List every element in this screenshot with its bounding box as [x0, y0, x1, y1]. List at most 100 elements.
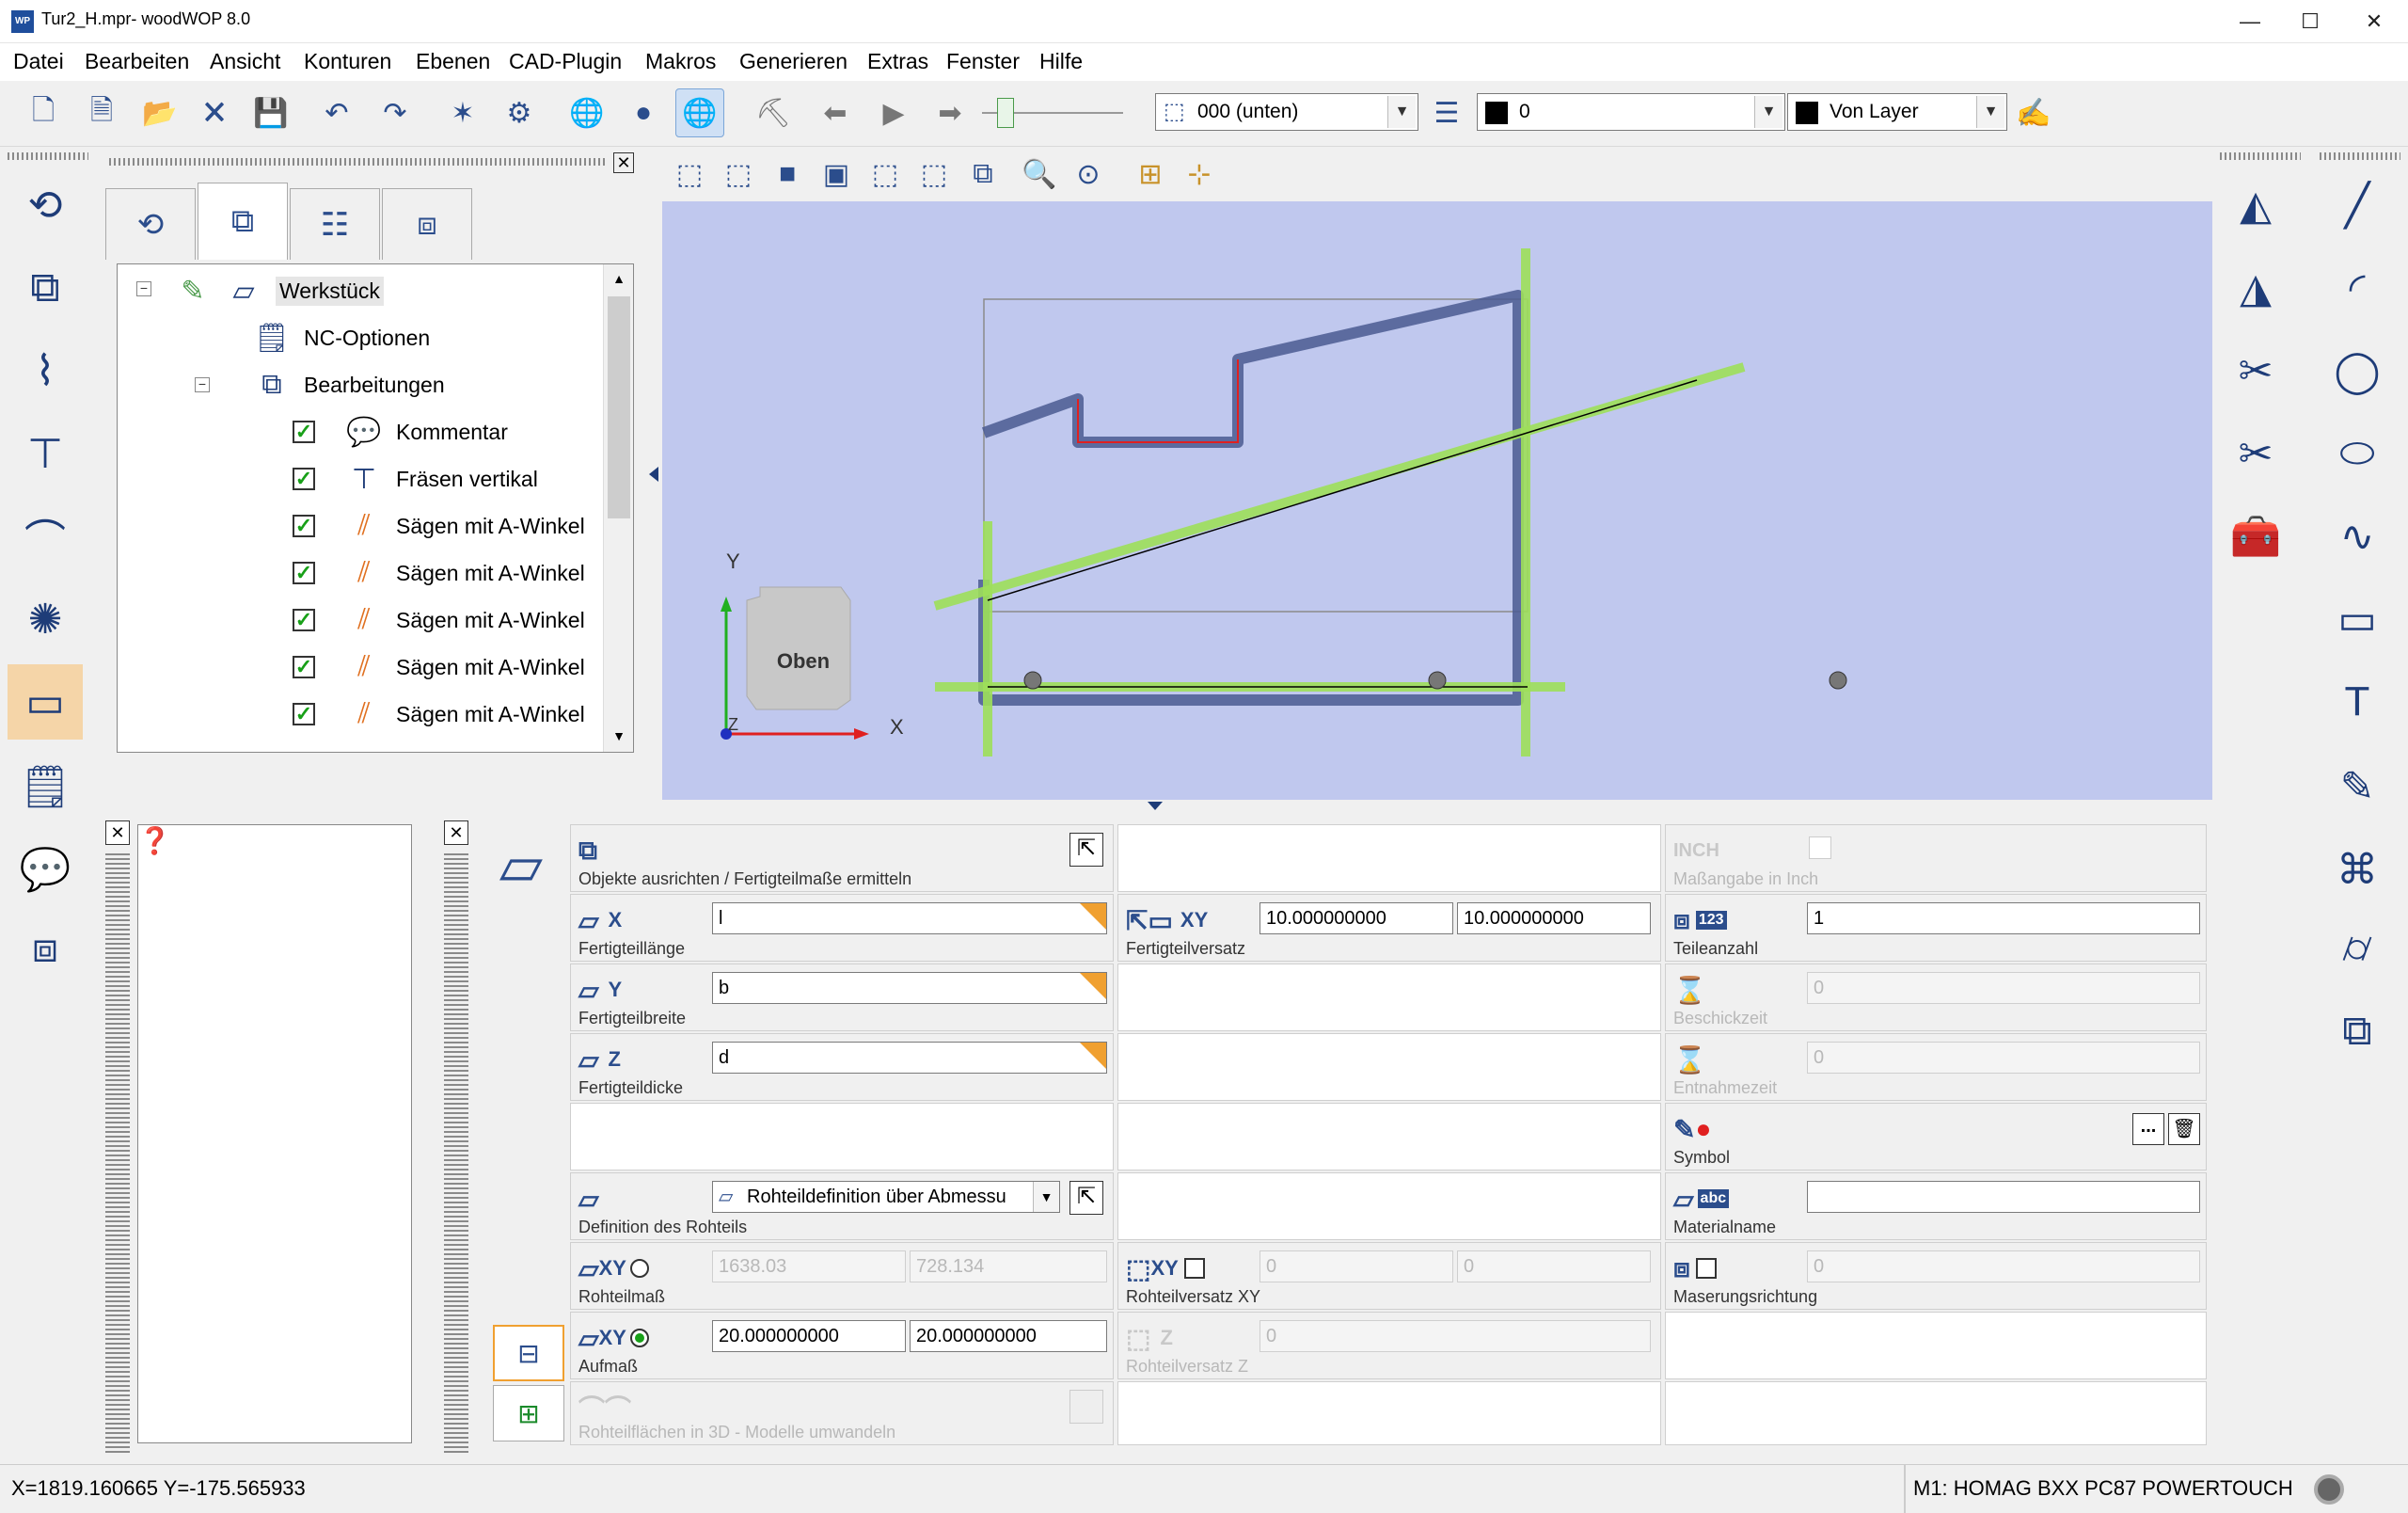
angle-offset-icon[interactable]: ◮ [2218, 250, 2293, 326]
tree-item-saw-4[interactable]: ✓ ⫽ Sägen mit A-Winkel [293, 645, 585, 690]
tab-contours[interactable]: ⟲ [105, 188, 196, 260]
arc-tool-icon[interactable]: ◜ [2320, 250, 2395, 326]
item-checkbox[interactable]: ✓ [293, 656, 315, 678]
raw-size-radio[interactable] [629, 1259, 649, 1278]
raw-offset-y-input[interactable]: 0 [1457, 1250, 1651, 1282]
view-right-icon[interactable]: ⬚ [912, 152, 956, 196]
collapse-icon[interactable]: − [195, 377, 210, 392]
pocket-tool-icon[interactable]: ⌒ [8, 499, 83, 574]
color-combo[interactable]: 0 ▼ [1477, 93, 1785, 131]
layer-combo[interactable]: ⬚ 000 (unten) ▼ [1155, 93, 1418, 131]
cut-contour-icon[interactable]: ✂ [2218, 416, 2293, 491]
tree-item-kommentar[interactable]: ✓ 💬 Kommentar [293, 409, 508, 454]
workpiece-tool-icon[interactable]: ⧉ [8, 250, 83, 326]
menu-hilfe[interactable]: Hilfe [1039, 49, 1083, 74]
tree-item-bearbeitungen[interactable]: ⧉ Bearbeitungen [253, 362, 444, 407]
toolbar-grip[interactable] [2220, 152, 2301, 160]
zoom-fit-icon[interactable]: ⊙ [1067, 152, 1110, 196]
menu-generieren[interactable]: Generieren [739, 49, 848, 74]
angle-measure-icon[interactable]: ◭ [2218, 167, 2293, 243]
symbol-browse-button[interactable]: ... [2132, 1113, 2164, 1145]
open-file-button[interactable]: 📂 [135, 88, 184, 137]
machine-name[interactable]: M1: HOMAG BXX PC87 POWERTOUCH [1913, 1476, 2293, 1501]
tab-variables[interactable]: ☷ [290, 188, 380, 260]
raw-size-y-input[interactable]: 728.134 [910, 1250, 1107, 1282]
tab-components[interactable]: ⧈ [382, 188, 472, 260]
undo-button[interactable]: ↶ [312, 88, 361, 137]
raw-def-select[interactable]: ▱ Rohteildefinition über Abmessu ▼ [712, 1181, 1060, 1213]
new-file-button[interactable]: 🗋 [19, 88, 68, 137]
collapse-down-arrow-icon[interactable] [1148, 802, 1163, 810]
menu-cad-plugin[interactable]: CAD-Plugin [509, 49, 622, 74]
speed-slider-thumb[interactable] [997, 98, 1014, 128]
raw-def-apply-button[interactable]: ⇱ [1069, 1181, 1103, 1215]
linetype-combo[interactable]: Von Layer ▼ [1787, 93, 2007, 131]
panel-grip[interactable] [109, 158, 608, 166]
props-close-icon[interactable]: ✕ [444, 820, 468, 845]
menu-ansicht[interactable]: Ansicht [210, 49, 280, 74]
step-forward-button[interactable]: ➡ [926, 88, 974, 137]
load-time-input[interactable]: 0 [1807, 972, 2200, 1004]
contour-tool-icon[interactable]: ⟲ [8, 167, 83, 243]
extrude-tool-icon[interactable]: ⧉ [2320, 994, 2395, 1069]
align-objects-button[interactable]: ⇱ [1069, 833, 1103, 867]
close-file-button[interactable]: 🗙 [190, 88, 239, 137]
scroll-down-icon[interactable]: ▼ [604, 722, 634, 750]
grain-checkbox[interactable] [1695, 1258, 1717, 1279]
view-left-icon[interactable]: ⬚ [863, 152, 907, 196]
globe-solid-button[interactable]: ● [619, 88, 668, 137]
tree-item-werkstueck[interactable]: ✎ ▱ Werkstück [174, 268, 384, 313]
snap-point-icon[interactable]: ⊹ [1178, 152, 1221, 196]
save-button[interactable]: 💾 [246, 88, 295, 137]
spline-tool-icon[interactable]: ∿ [2320, 499, 2395, 574]
props-page-1-tab[interactable]: ⊟ [493, 1325, 564, 1381]
trim-contour-icon[interactable]: ✂ [2218, 333, 2293, 408]
view-iso-icon[interactable]: ⧉ [961, 152, 1005, 196]
router-tool-icon[interactable]: ⊤ [8, 416, 83, 491]
view-back-icon[interactable]: ⬚ [717, 152, 760, 196]
toolbar-grip[interactable] [8, 152, 88, 160]
collapse-left-arrow-icon[interactable] [649, 467, 658, 482]
item-checkbox[interactable]: ✓ [293, 515, 315, 537]
item-checkbox[interactable]: ✓ [293, 562, 315, 584]
component-settings-button[interactable]: ⚙ [495, 88, 544, 137]
view-front-icon[interactable]: ⬚ [668, 152, 711, 196]
offset-y-input[interactable]: 10.000000000 [1457, 902, 1651, 934]
cylinder-tool-icon[interactable]: ⌭ [2320, 911, 2395, 986]
menu-ebenen[interactable]: Ebenen [416, 49, 490, 74]
symbol-delete-icon[interactable]: 🗑 [2168, 1113, 2200, 1145]
redo-button[interactable]: ↷ [371, 88, 420, 137]
menu-konturen[interactable]: Konturen [304, 49, 391, 74]
rectangle-tool-icon[interactable]: ▭ [2320, 581, 2395, 657]
circle-tool-icon[interactable]: ◯ [2320, 333, 2395, 408]
length-input[interactable]: l [712, 902, 1107, 934]
menu-extras[interactable]: Extras [867, 49, 928, 74]
count-input[interactable]: 1 [1807, 902, 2200, 934]
scroll-up-icon[interactable]: ▲ [604, 264, 634, 293]
zoom-in-icon[interactable]: 🔍 [1018, 152, 1061, 196]
chevron-down-icon[interactable]: ▼ [1033, 1182, 1059, 1212]
text-tool-icon[interactable]: T [2320, 664, 2395, 740]
inch-checkbox[interactable] [1809, 836, 1831, 859]
raw-offset-z-input[interactable]: 0 [1259, 1320, 1651, 1352]
raw-size-x-input[interactable]: 1638.03 [712, 1250, 906, 1282]
allowance-x-input[interactable]: 20.000000000 [712, 1320, 906, 1352]
props-page-add-tab[interactable]: ⊞ [493, 1385, 564, 1441]
item-checkbox[interactable]: ✓ [293, 703, 315, 725]
connection-status-icon[interactable] [2314, 1474, 2344, 1505]
props-panel-grip[interactable] [444, 851, 468, 1453]
allowance-y-input[interactable]: 20.000000000 [910, 1320, 1107, 1352]
close-button[interactable]: ✕ [2340, 0, 2408, 43]
tree-item-fraesen[interactable]: ✓ ⊤ Fräsen vertikal [293, 456, 538, 502]
frame-tool-icon[interactable]: ▭ [8, 664, 83, 740]
play-button[interactable]: ▶ [869, 88, 918, 137]
item-checkbox[interactable]: ✓ [293, 421, 315, 443]
cad-viewport[interactable]: Oben Y X Z [662, 201, 2212, 800]
globe-mixed-button[interactable]: 🌐 [675, 88, 724, 137]
surface-tool-icon[interactable]: ⌘ [2320, 832, 2395, 907]
chevron-down-icon[interactable]: ▼ [1754, 96, 1782, 128]
minimize-button[interactable]: — [2216, 0, 2284, 43]
help-icon[interactable]: ❓ [138, 825, 176, 863]
simulation-tool-button[interactable]: ⛏ [749, 88, 798, 137]
globe-wire-button[interactable]: 🌐 [562, 88, 611, 137]
